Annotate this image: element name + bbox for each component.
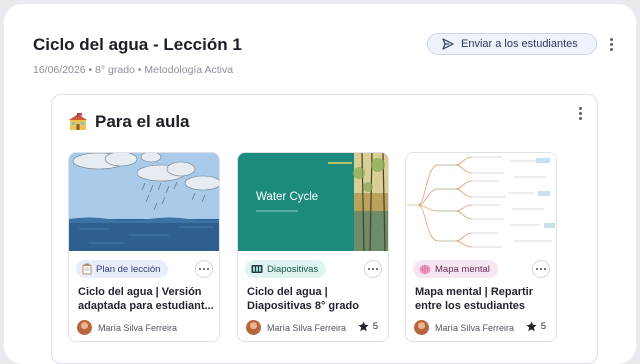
- author-name: María Silva Ferreira: [435, 322, 515, 333]
- rating: 5: [526, 321, 546, 332]
- mind-map-title: Mapa mental | Repartir entre los estudia…: [415, 285, 551, 313]
- rating-value: 5: [540, 321, 546, 332]
- rating: 5: [358, 321, 378, 332]
- clipboard-icon: [82, 263, 92, 275]
- author: María Silva Ferreira: [77, 320, 177, 335]
- lesson-plan-thumbnail: [69, 153, 219, 251]
- slides-thumbnail: Water Cycle: [238, 153, 388, 251]
- slides-more-button[interactable]: [364, 260, 382, 278]
- slides-badge: Diapositivas: [245, 260, 327, 278]
- mind-map-more-button[interactable]: [532, 260, 550, 278]
- lesson-plan-more-button[interactable]: [195, 260, 213, 278]
- school-icon: [69, 113, 87, 130]
- slides-icon: [251, 264, 263, 273]
- slides-title: Ciclo del agua | Diapositivas 8° grado: [247, 285, 383, 313]
- section-header: Para el aula: [69, 112, 190, 132]
- star-icon: [526, 321, 537, 332]
- send-button-label: Enviar a los estudiantes: [461, 38, 578, 50]
- send-icon: [442, 38, 454, 50]
- avatar: [77, 320, 92, 335]
- rating-value: 5: [372, 321, 378, 332]
- author-name: María Silva Ferreira: [98, 322, 178, 333]
- mind-map-badge-label: Mapa mental: [435, 263, 490, 275]
- mind-map-card[interactable]: Mapa mental Mapa mental | Repartir entre…: [405, 152, 557, 342]
- slide-thumb-title: Water Cycle: [256, 191, 318, 203]
- classroom-section: Para el aula Plan de lección Ciclo del a…: [51, 94, 598, 364]
- card-title-line: Diapositivas 8° grado: [247, 300, 359, 312]
- star-icon: [358, 321, 369, 332]
- lesson-plan-badge-label: Plan de lección: [96, 263, 161, 275]
- section-title: Para el aula: [95, 112, 190, 131]
- lesson-plan-card[interactable]: Plan de lección Ciclo del agua | Versión…: [68, 152, 220, 342]
- brain-icon: [419, 264, 431, 274]
- author: María Silva Ferreira: [414, 320, 514, 335]
- section-more-icon[interactable]: [573, 104, 587, 122]
- author-name: María Silva Ferreira: [267, 322, 347, 333]
- page-title: Ciclo del agua - Lección 1: [33, 35, 242, 54]
- card-title-line: Mapa mental | Repartir: [415, 286, 533, 298]
- card-title-line: Ciclo del agua | Versión: [78, 286, 202, 298]
- card-title-line: Ciclo del agua |: [247, 286, 328, 298]
- avatar: [414, 320, 429, 335]
- header-more-icon[interactable]: [604, 35, 618, 53]
- slides-card[interactable]: Water Cycle Diapositivas Ciclo del agua …: [237, 152, 389, 342]
- send-to-students-button[interactable]: Enviar a los estudiantes: [427, 33, 597, 55]
- slides-badge-label: Diapositivas: [267, 263, 319, 275]
- lesson-plan-badge: Plan de lección: [76, 260, 169, 278]
- mind-map-badge: Mapa mental: [413, 260, 498, 278]
- lesson-panel: Ciclo del agua - Lección 1 16/06/2026 • …: [4, 4, 636, 364]
- author: María Silva Ferreira: [246, 320, 346, 335]
- lesson-meta: 16/06/2026 • 8° grado • Metodología Acti…: [33, 64, 234, 76]
- card-title-line: adaptada para estudiant...: [78, 300, 214, 312]
- card-title-line: entre los estudiantes: [415, 300, 526, 312]
- mind-map-thumbnail: [406, 153, 556, 251]
- lesson-plan-title: Ciclo del agua | Versión adaptada para e…: [78, 285, 214, 313]
- avatar: [246, 320, 261, 335]
